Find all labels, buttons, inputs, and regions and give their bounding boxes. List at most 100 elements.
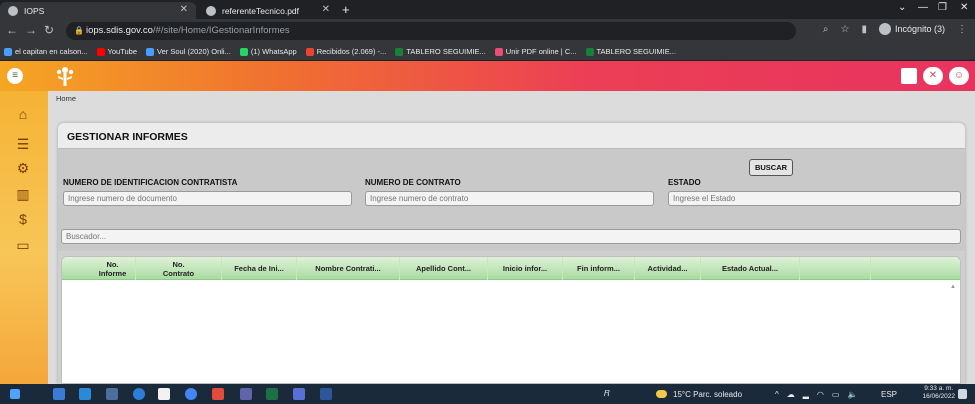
- tab-favicon-icon: [206, 5, 216, 16]
- header-actions: ✕ ☺: [901, 67, 969, 85]
- scroll-up-icon[interactable]: ▲: [950, 284, 956, 290]
- incognito-label: Incógnito (3): [894, 24, 945, 34]
- status-label: ESTADO: [668, 178, 701, 187]
- close-tab-icon[interactable]: ✕: [180, 4, 188, 15]
- clock-time: 9:33 a. m.: [924, 385, 954, 392]
- share-icon[interactable]: ✕: [923, 67, 943, 85]
- table-search-input[interactable]: [61, 229, 961, 244]
- column-header-report-number[interactable]: No. Informe: [90, 257, 136, 280]
- bookmark-favicon-icon: [239, 47, 248, 56]
- notifications-icon[interactable]: [958, 389, 967, 399]
- weather-widget[interactable]: 15°C Parc. soleado: [656, 384, 742, 404]
- reports-table: No. Informe No. Contrato Fecha de Ini...…: [61, 256, 961, 384]
- tab-iops[interactable]: IOPS ✕: [0, 2, 196, 19]
- forward-icon[interactable]: →: [25, 23, 37, 37]
- breadcrumb[interactable]: Home: [56, 94, 76, 103]
- taskbar-app-icon[interactable]: [158, 388, 170, 400]
- bookmark-item[interactable]: Recibidos (2.069) -...: [305, 47, 387, 56]
- list-icon[interactable]: ☰: [12, 135, 34, 153]
- address-bar[interactable]: 🔒 iops.sdis.gov.co/#/site/Home/IGestiona…: [66, 22, 796, 40]
- bookmark-item[interactable]: Ver Soul (2020) Onli...: [146, 47, 231, 56]
- bookmark-item[interactable]: Unir PDF online | C...: [494, 47, 577, 56]
- taskbar-app-icon[interactable]: [106, 388, 118, 400]
- tray-icons[interactable]: ^ ☁ ▂ ◠ ▭ 🔈: [775, 384, 857, 404]
- contractor-id-input[interactable]: [63, 191, 352, 206]
- teams-icon[interactable]: [240, 388, 252, 400]
- bookmark-favicon-icon: [305, 47, 314, 56]
- column-header-start-date[interactable]: Fecha de Ini...: [222, 257, 297, 280]
- user-icon[interactable]: ☺: [949, 67, 969, 85]
- dollar-icon[interactable]: $: [12, 210, 34, 228]
- column-header-report-start[interactable]: Inicio infor...: [488, 257, 563, 280]
- close-window-icon[interactable]: ✕: [960, 2, 968, 13]
- status-input[interactable]: [668, 191, 961, 206]
- bookmark-item[interactable]: (1) WhatsApp: [239, 47, 297, 56]
- clock[interactable]: 9:33 a. m. 16/06/2022: [922, 385, 955, 401]
- tab-favicon-icon: [8, 5, 18, 16]
- bookmark-favicon-icon: [494, 47, 503, 56]
- edge-icon[interactable]: [133, 388, 145, 400]
- taskbar-app-icon[interactable]: [212, 388, 224, 400]
- bookmark-label: Recibidos (2.069) -...: [316, 47, 387, 56]
- taskbar-app-icon[interactable]: [53, 388, 65, 400]
- reload-icon[interactable]: ↻: [44, 23, 54, 37]
- column-header-contractor-lastname[interactable]: Apellido Cont...: [400, 257, 488, 280]
- bookmark-label: el capitan en calson...: [15, 47, 88, 56]
- contract-number-input[interactable]: [365, 191, 654, 206]
- book-icon[interactable]: ▭: [12, 236, 34, 254]
- side-panel-icon[interactable]: ▮: [861, 24, 867, 35]
- gear-icon[interactable]: ⚙: [12, 159, 34, 177]
- bookmark-label: Unir PDF online | C...: [505, 47, 577, 56]
- battery-icon[interactable]: ▭: [832, 390, 840, 399]
- wifi-icon[interactable]: ◠: [817, 390, 824, 399]
- column-header-current-status[interactable]: Estado Actual...: [701, 257, 800, 280]
- bookmark-item[interactable]: TABLERO SEGUIMIE...: [395, 47, 486, 56]
- back-icon[interactable]: ←: [6, 23, 18, 37]
- column-header-activity[interactable]: Actividad...: [635, 257, 701, 280]
- chevron-up-icon[interactable]: ^: [775, 390, 779, 399]
- bookmark-star-icon[interactable]: ☆: [840, 24, 849, 35]
- taskbar: 𝑅 15°C Parc. soleado ^ ☁ ▂ ◠ ▭ 🔈 ESP 9:3…: [0, 384, 975, 404]
- language-indicator[interactable]: ESP: [881, 384, 897, 404]
- tab-label: IOPS: [24, 5, 45, 16]
- new-tab-icon[interactable]: +: [342, 2, 350, 17]
- taskbar-app-icon[interactable]: [293, 388, 305, 400]
- bookmark-item[interactable]: TABLERO SEGUIMIE...: [585, 47, 676, 56]
- search-button[interactable]: BUSCAR: [749, 159, 793, 176]
- bookmark-item[interactable]: YouTube: [96, 47, 138, 56]
- word-icon[interactable]: [320, 388, 332, 400]
- tray-mic-icon[interactable]: 𝑅: [604, 384, 610, 404]
- incognito-profile[interactable]: Incógnito (3): [878, 23, 945, 35]
- tab-search-icon[interactable]: ⌄: [898, 2, 906, 13]
- network-icon[interactable]: ▂: [803, 390, 809, 399]
- chart-icon[interactable]: ▥: [12, 185, 34, 203]
- column-header-contractor-name[interactable]: Nombre Contrati...: [297, 257, 400, 280]
- menu-kebab-icon[interactable]: ⋮: [957, 24, 967, 35]
- zoom-icon[interactable]: ⌕: [823, 24, 829, 35]
- volume-icon[interactable]: 🔈: [847, 390, 857, 399]
- bookmark-item[interactable]: el capitan en calson...: [4, 47, 88, 56]
- bookmark-label: (1) WhatsApp: [250, 47, 297, 56]
- tab-pdf[interactable]: referenteTecnico.pdf ✕: [198, 2, 338, 19]
- menu-toggle-button[interactable]: ≡: [7, 68, 23, 84]
- bookmark-favicon-icon: [395, 47, 404, 56]
- contractor-id-label: NUMERO DE IDENTIFICACION CONTRATISTA: [63, 178, 238, 187]
- address-host: iops.sdis.gov.co: [86, 25, 153, 36]
- start-icon[interactable]: [10, 389, 20, 399]
- minimize-icon[interactable]: —: [918, 2, 928, 13]
- close-tab-icon[interactable]: ✕: [322, 4, 330, 15]
- chrome-icon[interactable]: [185, 388, 197, 400]
- bookmark-label: TABLERO SEGUIMIE...: [596, 47, 676, 56]
- column-header-actions[interactable]: [800, 257, 871, 280]
- restore-icon[interactable]: ❐: [938, 2, 947, 13]
- excel-icon[interactable]: [266, 388, 278, 400]
- home-icon[interactable]: ⌂: [12, 105, 34, 123]
- taskbar-app-icon[interactable]: [79, 388, 91, 400]
- onedrive-icon[interactable]: ☁: [787, 390, 795, 399]
- bookmark-favicon-icon: [146, 47, 155, 56]
- bookmark-label: YouTube: [107, 47, 138, 56]
- bookmark-label: Ver Soul (2020) Onli...: [157, 47, 231, 56]
- column-header-contract-number[interactable]: No. Contrato: [136, 257, 222, 280]
- address-path: /#/site/Home/IGestionarInformes: [152, 25, 290, 36]
- column-header-report-end[interactable]: Fin inform...: [563, 257, 635, 280]
